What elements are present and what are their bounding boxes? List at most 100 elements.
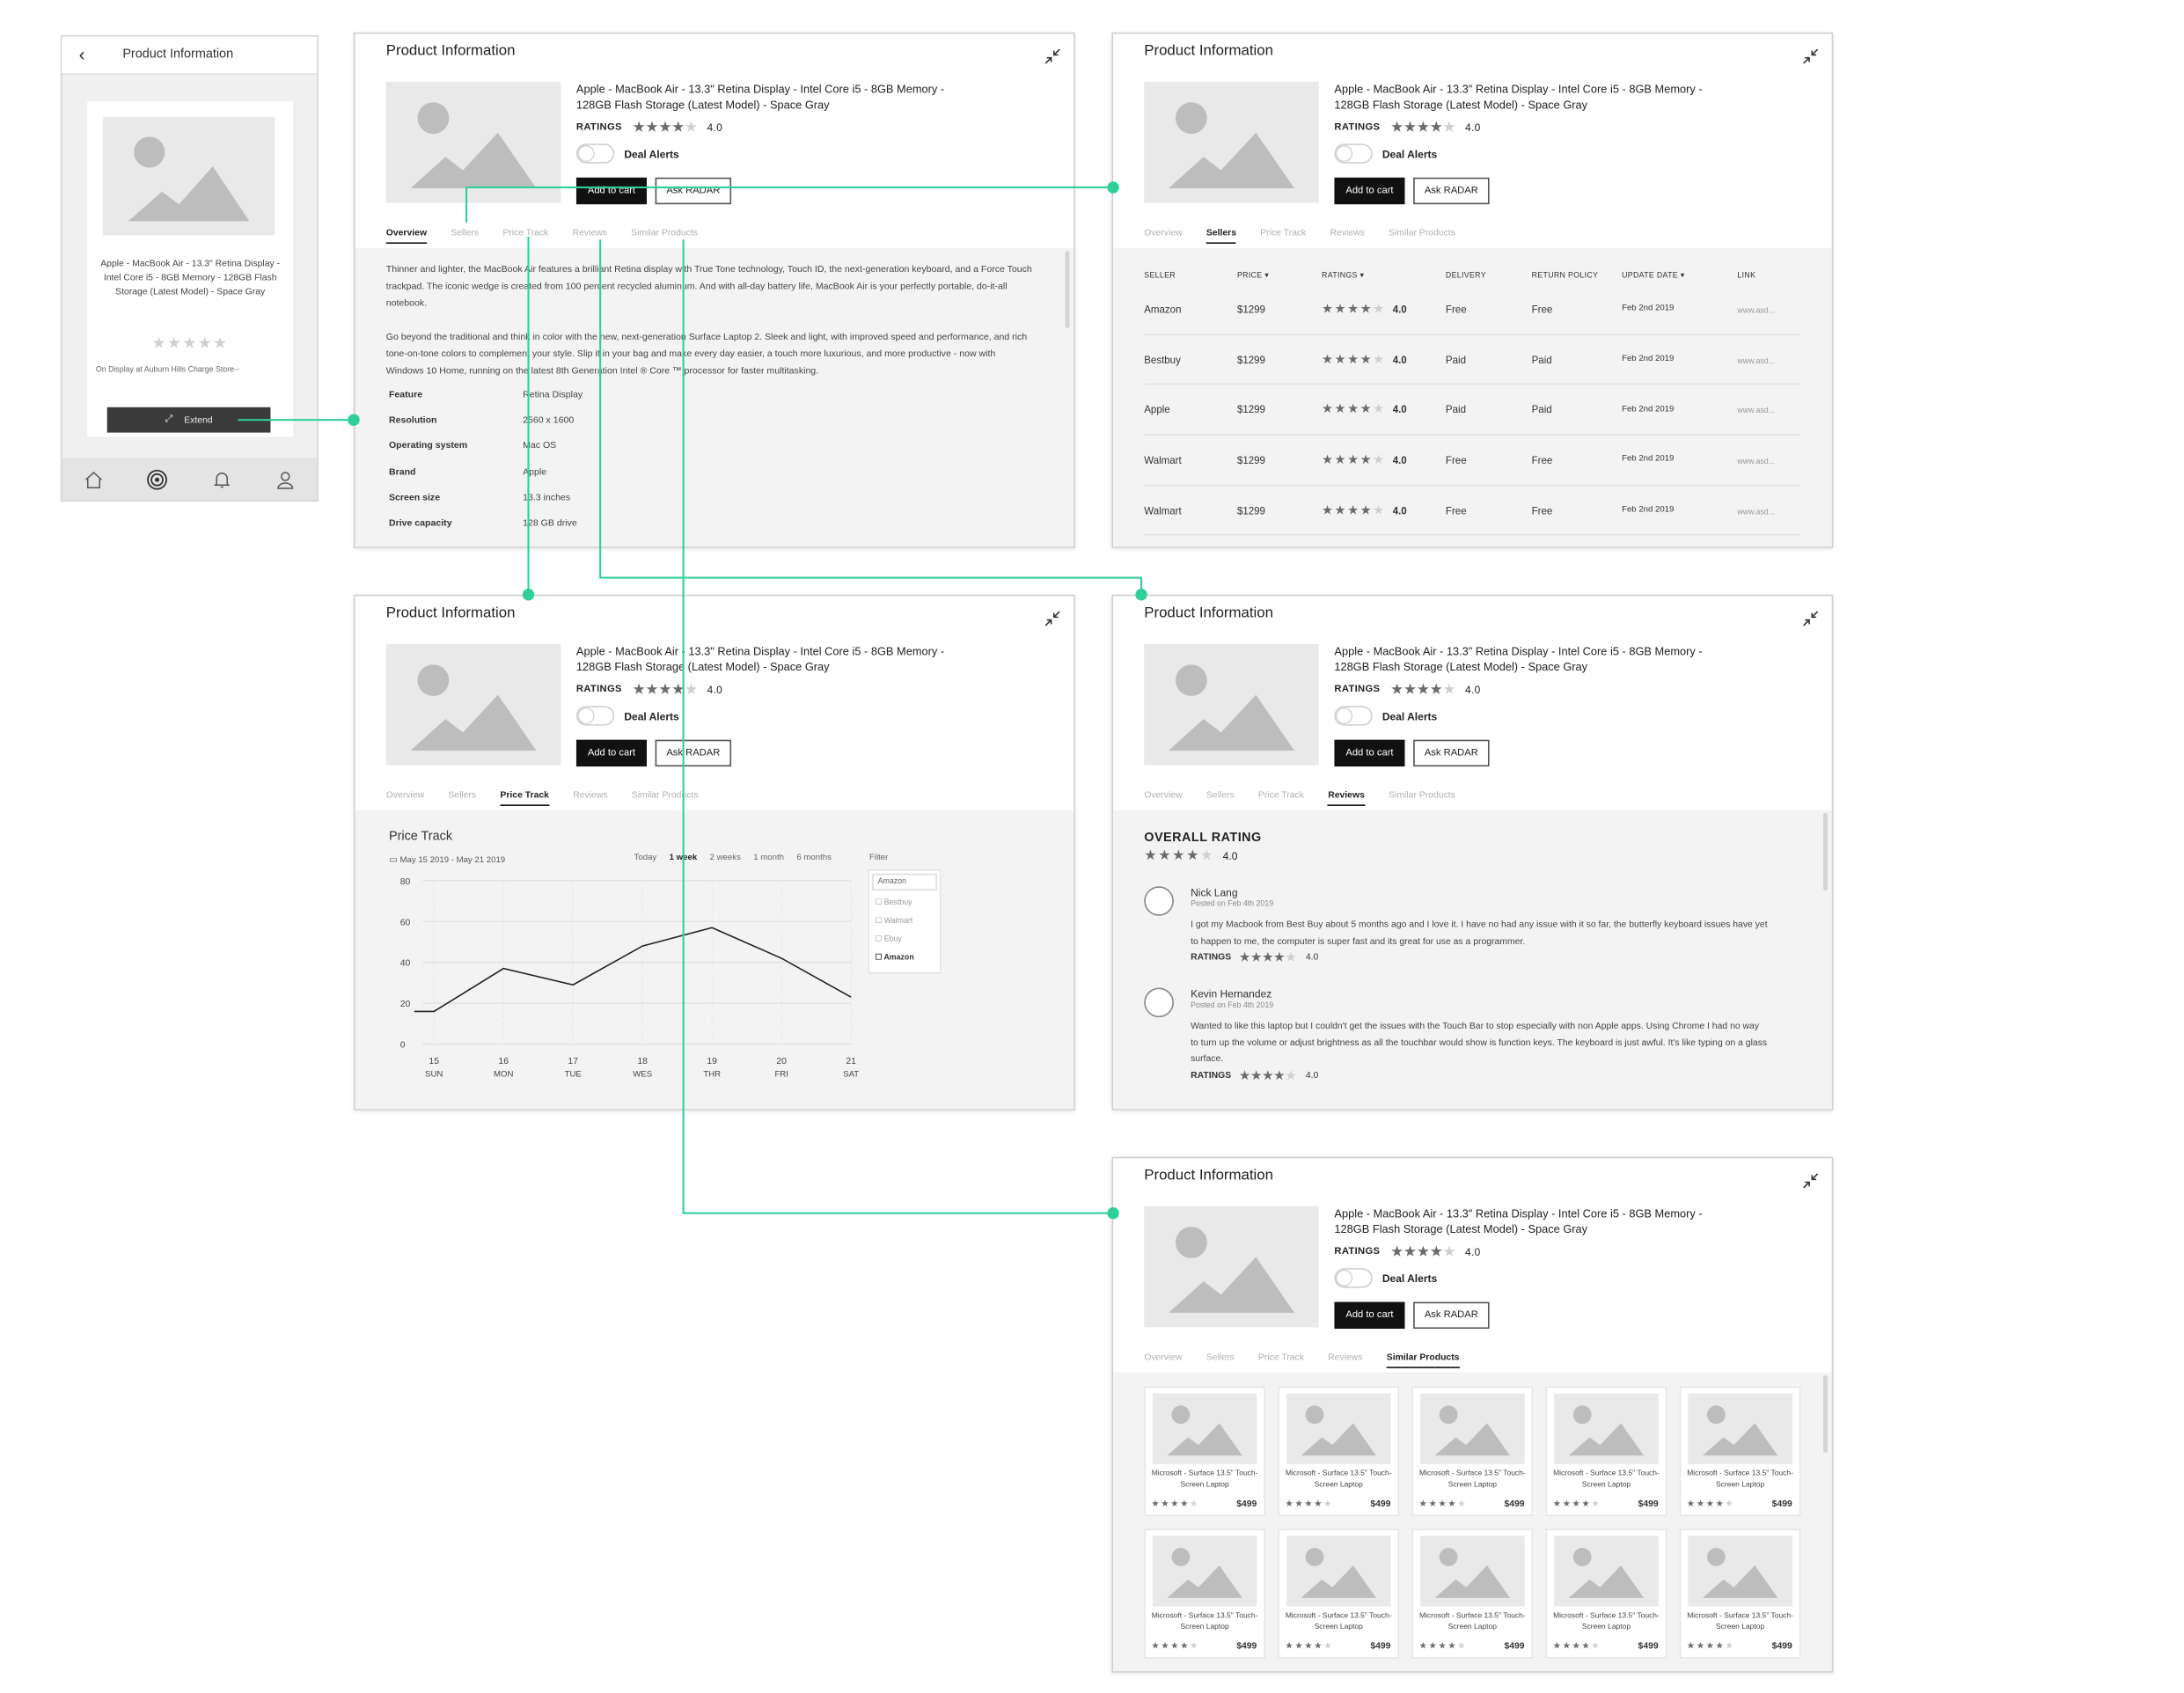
tab-similar-products[interactable]: Similar Products xyxy=(1386,1352,1460,1368)
tab-similar-products[interactable]: Similar Products xyxy=(1389,228,1455,244)
tab-similar-products[interactable]: Similar Products xyxy=(631,228,698,244)
star-icon: ★ xyxy=(1239,950,1250,964)
add-to-cart-button[interactable]: Add to cart xyxy=(1334,1301,1405,1330)
filter-option[interactable]: ☐ Amazon xyxy=(875,954,913,963)
deal-alerts-toggle[interactable] xyxy=(1334,1268,1373,1288)
add-to-cart-button[interactable]: Add to cart xyxy=(1334,177,1405,205)
tab-sellers[interactable]: Sellers xyxy=(1206,228,1237,245)
tab-reviews[interactable]: Reviews xyxy=(1330,228,1365,244)
tab-overview[interactable]: Overview xyxy=(1144,228,1182,244)
tab-reviews[interactable]: Reviews xyxy=(1328,790,1365,806)
seller-link[interactable]: www.asd... xyxy=(1737,353,1800,366)
chevron-left-icon[interactable]: ‹ xyxy=(79,44,85,64)
tab-reviews[interactable]: Reviews xyxy=(573,790,607,806)
tab-price-track[interactable]: Price Track xyxy=(1260,228,1306,244)
tab-overview[interactable]: Overview xyxy=(386,790,424,806)
seller-link[interactable]: www.asd... xyxy=(1737,453,1800,466)
scrollbar[interactable] xyxy=(1823,812,1828,891)
price-line-chart: 0 20 40 60 80 15 SUN 16 MON 17 TUE 18 WES 19 THR 20 FRI 2… xyxy=(400,877,860,1080)
collapse-arrows-icon[interactable] xyxy=(1044,609,1061,627)
column-header[interactable]: PRICE ▾ xyxy=(1237,272,1322,281)
column-header[interactable]: RATINGS ▾ xyxy=(1322,272,1446,281)
collapse-arrows-icon[interactable] xyxy=(1802,1171,1819,1189)
collapse-arrows-icon[interactable] xyxy=(1802,609,1819,627)
period-option[interactable]: 6 months xyxy=(796,854,832,862)
rating-value: 4.0 xyxy=(1392,453,1407,466)
tab-price-track[interactable]: Price Track xyxy=(500,790,549,806)
ask-radar-button[interactable]: Ask RADAR xyxy=(1413,177,1490,205)
filter-option[interactable]: ☐ Walmart xyxy=(875,917,912,926)
tab-similar-products[interactable]: Similar Products xyxy=(632,790,699,806)
period-option[interactable]: 1 month xyxy=(753,854,784,862)
similar-product-card[interactable]: Microsoft - Surface 13.5" Touch-Screen L… xyxy=(1411,1528,1534,1659)
tab-sellers[interactable]: Sellers xyxy=(451,228,479,244)
product-ratings: RATINGS ★ ★ ★ ★ ★ 4.0 xyxy=(1334,1243,1480,1258)
collapse-arrows-icon[interactable] xyxy=(1802,47,1819,64)
scrollbar[interactable] xyxy=(1823,1374,1828,1453)
star-icon: ★ xyxy=(1552,1641,1561,1652)
star-icon: ★ xyxy=(685,682,698,697)
add-to-cart-button[interactable]: Add to cart xyxy=(1334,739,1405,767)
seller-link[interactable]: www.asd... xyxy=(1737,504,1800,517)
scrollbar[interactable] xyxy=(1065,251,1070,329)
x-tick-label: 16 xyxy=(498,1057,509,1066)
seller-link[interactable]: www.asd... xyxy=(1737,403,1800,416)
star-icon: ★ xyxy=(1438,1499,1447,1509)
period-option[interactable]: 2 weeks xyxy=(710,854,741,862)
similar-product-card[interactable]: Microsoft - Surface 13.5" Touch-Screen L… xyxy=(1545,1528,1667,1659)
image-placeholder-icon xyxy=(1286,1393,1391,1464)
tab-price-track[interactable]: Price Track xyxy=(1258,1352,1304,1368)
similar-product-card[interactable]: Microsoft - Surface 13.5" Touch-Screen L… xyxy=(1411,1386,1534,1516)
tab-price-track[interactable]: Price Track xyxy=(502,228,548,244)
return-policy: Free xyxy=(1531,303,1553,316)
similar-product-card[interactable]: Microsoft - Surface 13.5" Touch-Screen L… xyxy=(1679,1386,1801,1516)
tab-sellers[interactable]: Sellers xyxy=(1206,790,1235,806)
add-to-cart-button[interactable]: Add to cart xyxy=(575,739,647,767)
deal-alerts-toggle[interactable] xyxy=(575,143,615,164)
tab-overview[interactable]: Overview xyxy=(385,228,428,245)
add-to-cart-button[interactable]: Add to cart xyxy=(575,177,647,205)
column-header[interactable]: UPDATE DATE ▾ xyxy=(1622,272,1737,281)
user-icon[interactable] xyxy=(275,468,296,489)
wireframe-board: ‹ Product Information Apple - MacBook Ai… xyxy=(0,0,2184,1693)
seller-link[interactable]: www.asd... xyxy=(1737,303,1800,316)
rating-stars: ★ ★ ★ ★ ★ xyxy=(1419,1640,1468,1653)
filter-input[interactable]: Amazon xyxy=(872,873,937,891)
tab-reviews[interactable]: Reviews xyxy=(1328,1352,1362,1368)
bell-icon[interactable] xyxy=(211,468,232,489)
ask-radar-button[interactable]: Ask RADAR xyxy=(655,177,732,205)
image-placeholder-icon xyxy=(1688,1393,1792,1464)
extend-button[interactable]: ⤢ Extend xyxy=(106,407,271,433)
tab-overview[interactable]: Overview xyxy=(1144,1352,1182,1368)
collapse-arrows-icon[interactable] xyxy=(1044,47,1061,64)
similar-product-card[interactable]: Microsoft - Surface 13.5" Touch-Screen L… xyxy=(1545,1386,1667,1516)
tab-sellers[interactable]: Sellers xyxy=(1206,1352,1235,1368)
ask-radar-button[interactable]: Ask RADAR xyxy=(1413,739,1490,767)
similar-product-card[interactable]: Microsoft - Surface 13.5" Touch-Screen L… xyxy=(1679,1528,1801,1659)
deal-alerts-toggle[interactable] xyxy=(1334,143,1373,164)
home-icon[interactable] xyxy=(84,468,105,489)
similar-product-card[interactable]: Microsoft - Surface 13.5" Touch-Screen L… xyxy=(1278,1386,1400,1516)
deal-alerts-toggle[interactable] xyxy=(1334,706,1373,726)
similar-product-card[interactable]: Microsoft - Surface 13.5" Touch-Screen L… xyxy=(1144,1386,1265,1516)
star-icon: ★ xyxy=(1334,451,1346,466)
period-option[interactable]: 1 week xyxy=(670,854,698,862)
deal-alerts-toggle[interactable] xyxy=(575,706,615,726)
period-option[interactable]: Today xyxy=(634,854,657,862)
similar-product-card[interactable]: Microsoft - Surface 13.5" Touch-Screen L… xyxy=(1278,1528,1400,1659)
tab-overview[interactable]: Overview xyxy=(1144,790,1182,806)
tab-sellers[interactable]: Sellers xyxy=(448,790,476,806)
radar-icon[interactable] xyxy=(147,468,168,489)
date-range[interactable]: ▭ May 15 2019 - May 21 2019 xyxy=(389,854,505,865)
filter-option[interactable]: ☐ Ebuy xyxy=(875,935,901,944)
similar-product-price: $499 xyxy=(1504,1499,1525,1509)
ask-radar-button[interactable]: Ask RADAR xyxy=(655,739,732,767)
star-icon: ★ xyxy=(1430,1243,1442,1258)
tab-similar-products[interactable]: Similar Products xyxy=(1389,790,1455,806)
star-icon: ★ xyxy=(1552,1499,1561,1509)
ask-radar-button[interactable]: Ask RADAR xyxy=(1413,1301,1490,1330)
tab-price-track[interactable]: Price Track xyxy=(1258,790,1304,806)
similar-product-card[interactable]: Microsoft - Surface 13.5" Touch-Screen L… xyxy=(1144,1528,1265,1659)
tab-reviews[interactable]: Reviews xyxy=(573,228,607,244)
filter-option[interactable]: ☐ Bestbuy xyxy=(875,899,912,908)
